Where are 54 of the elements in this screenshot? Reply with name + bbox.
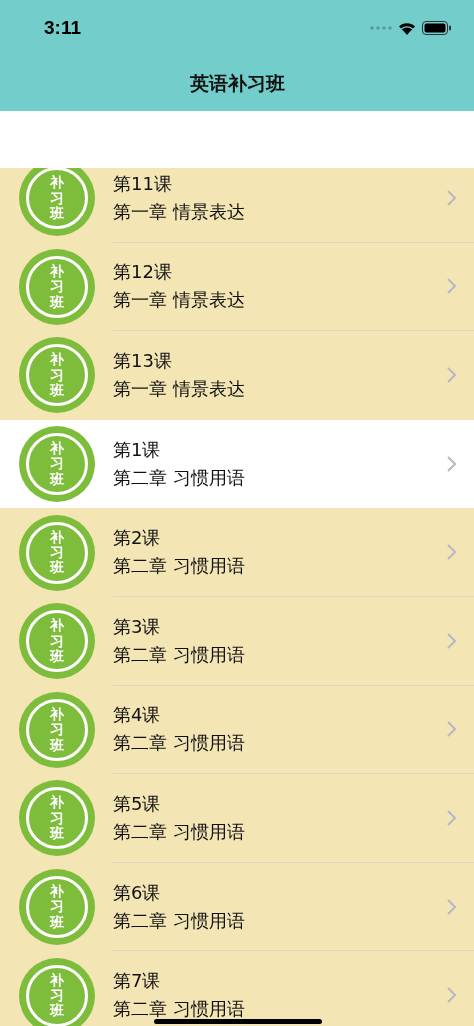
class-logo: 补习班 — [19, 248, 95, 325]
lesson-title: 第13课 — [113, 349, 173, 373]
class-logo: 补习班 — [19, 691, 95, 768]
class-logo: 补习班 — [19, 869, 95, 946]
class-logo: 补习班 — [19, 514, 95, 591]
nav-title: 英语补习班 — [189, 70, 285, 96]
chevron-icon — [447, 544, 456, 561]
chevron-icon — [447, 455, 456, 472]
lesson-title: 第6课 — [113, 880, 162, 905]
lesson-chapter: 第一章 情景表达 — [113, 199, 245, 224]
lesson-chapter: 第二章 习惯用语 — [113, 819, 245, 844]
lesson-row[interactable]: 补习班 第6课 第二章 习惯用语 — [0, 862, 474, 952]
lesson-chapter: 第二章 习惯用语 — [113, 465, 245, 490]
class-logo: 补习班 — [19, 780, 95, 857]
chevron-icon — [447, 367, 456, 383]
chevron-icon — [447, 898, 456, 915]
battery-icon — [422, 21, 452, 35]
lesson-row[interactable]: 补习班 第4课 第二章 习惯用语 — [0, 685, 474, 775]
lesson-chapter: 第一章 情景表达 — [113, 288, 245, 313]
chevron-icon — [447, 278, 456, 295]
lesson-row[interactable]: 补习班 第12课 第一章 情景表达 — [0, 242, 474, 332]
chevron-icon — [447, 987, 456, 1004]
lesson-row[interactable]: 补习班 第7课 第二章 习惯用语 — [0, 951, 474, 1026]
chevron-icon — [447, 189, 456, 206]
lesson-chapter: 第二章 习惯用语 — [113, 731, 245, 756]
lesson-row[interactable]: 补习班 第2课 第二章 习惯用语 — [0, 508, 474, 597]
class-logo: 补习班 — [19, 957, 95, 1026]
lesson-chapter: 第二章 习惯用语 — [113, 908, 245, 933]
lesson-title: 第5课 — [113, 791, 162, 816]
lesson-chapter: 第二章 习惯用语 — [113, 642, 245, 667]
lesson-row[interactable]: 补习班 第5课 第二章 习惯用语 — [0, 774, 474, 863]
lesson-row[interactable]: 补习班 第3课 第二章 习惯用语 — [0, 596, 474, 686]
wifi-icon — [398, 21, 416, 35]
lesson-title: 第11课 — [113, 171, 173, 196]
class-logo: 补习班 — [19, 603, 95, 680]
chevron-icon — [447, 809, 456, 826]
lesson-title: 第12课 — [113, 260, 173, 285]
lesson-title: 第1课 — [113, 437, 162, 462]
status-time: 3:11 — [44, 17, 81, 39]
lesson-title: 第4课 — [113, 703, 162, 728]
class-logo: 补习班 — [19, 426, 95, 503]
lesson-row[interactable]: 补习班 第11课 第一章 情景表达 — [0, 168, 474, 243]
lesson-title: 第2课 — [113, 526, 162, 551]
class-logo: 补习班 — [19, 168, 95, 237]
lesson-chapter: 第二章 习惯用语 — [113, 554, 245, 579]
lesson-chapter: 第二章 习惯用语 — [113, 997, 245, 1022]
signal-icon — [370, 26, 392, 30]
class-logo: 补习班 — [19, 337, 95, 414]
lesson-row[interactable]: 补习班 第13课 第一章 情景表达 — [0, 331, 474, 420]
chevron-icon — [447, 721, 456, 738]
chevron-icon — [447, 632, 456, 649]
lesson-chapter: 第一章 情景表达 — [113, 377, 245, 401]
lesson-title: 第7课 — [113, 969, 162, 994]
lesson-title: 第3课 — [113, 614, 162, 639]
